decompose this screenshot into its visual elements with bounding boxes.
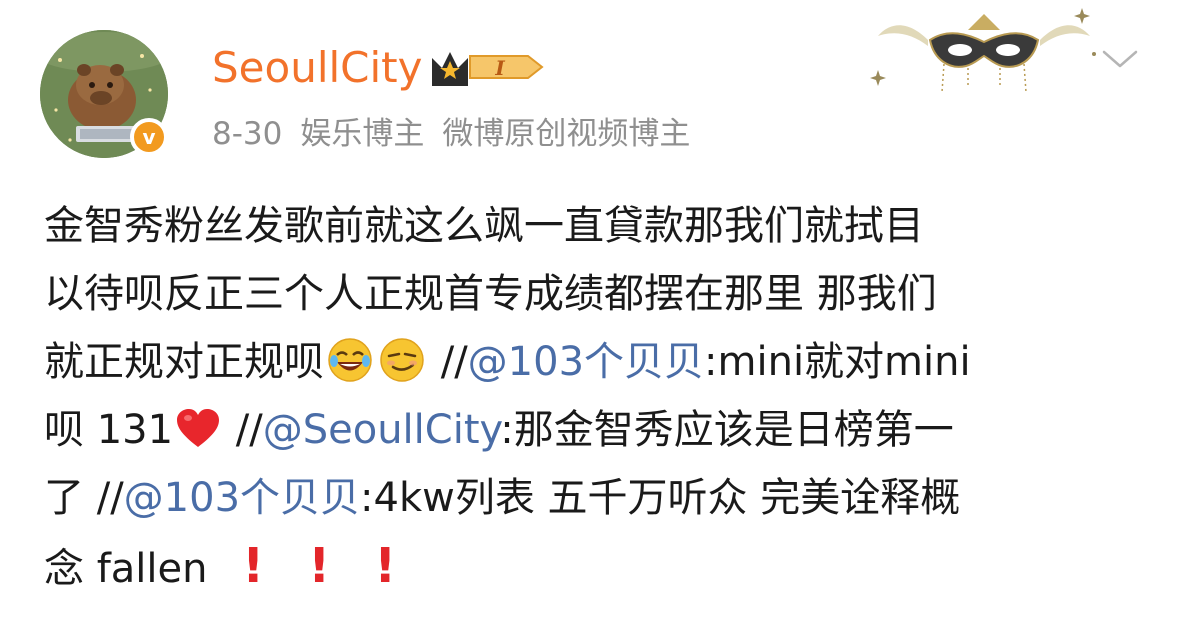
laughing-tears-emoji-icon <box>327 336 373 382</box>
verified-v-icon: v <box>130 118 168 156</box>
vip-crown-badge-icon[interactable]: I <box>428 44 546 90</box>
post-body: 金智秀粉丝发歌前就这么飒一直貸款那我们就拭目 以待呗反正三个人正规首专成绩都摆在… <box>44 192 1144 600</box>
mention-link-seoullcity[interactable]: @SeoullCity <box>263 407 501 453</box>
post-text: 呗 131 <box>44 407 174 453</box>
post-text: 就正规对正规呗 <box>44 339 324 385</box>
post-text: 了 // <box>44 475 124 521</box>
repost-separator: // <box>223 407 263 453</box>
verified-letter: v <box>142 125 156 149</box>
exclamation-emoji-3: ! <box>374 538 397 594</box>
post-line-2: 以待呗反正三个人正规首专成绩都摆在那里 那我们 <box>44 271 937 317</box>
repost-separator: // <box>428 339 468 385</box>
post-text: :4kw列表 五千万听众 完美诠释概 <box>360 475 961 521</box>
post-line-3: 就正规对正规呗 //@103个贝贝:mini就对mini <box>44 328 1144 396</box>
vip-level-text: I <box>494 56 505 80</box>
exclamation-emoji-1: ! <box>242 538 265 594</box>
chevron-down-icon[interactable] <box>1100 46 1140 72</box>
post-line-1: 金智秀粉丝发歌前就这么飒一直貸款那我们就拭目 <box>44 203 924 249</box>
post-line-4: 呗 131 //@SeoullCity:那金智秀应该是日榜第一 <box>44 396 1144 464</box>
post-line-6: 念 fallen !!! <box>44 532 1144 600</box>
username-link[interactable]: SeoullCity <box>212 42 422 94</box>
smug-smile-emoji-icon <box>379 336 425 382</box>
post-meta: 8-30 娱乐博主 微博原创视频博主 <box>212 112 690 156</box>
post-line-5: 了 //@103个贝贝:4kw列表 五千万听众 完美诠释概 <box>44 464 1144 532</box>
red-heart-emoji-icon <box>175 402 221 447</box>
user-tag-entertainment: 娱乐博主 <box>300 116 425 152</box>
post-text: 念 fallen <box>44 546 208 592</box>
post-date: 8-30 <box>212 116 283 152</box>
post-text: :那金智秀应该是日榜第一 <box>500 407 954 453</box>
masquerade-mask-decoration-icon <box>868 0 1100 100</box>
mention-link-103-beibei[interactable]: @103个贝贝 <box>124 475 360 521</box>
user-tag-video-creator: 微博原创视频博主 <box>442 116 691 152</box>
avatar[interactable]: v <box>40 30 168 158</box>
post-header: v SeoullCity I 8-30 娱乐博主 微博原创视频博主 <box>0 0 1179 180</box>
exclamation-emoji-2: ! <box>308 538 331 594</box>
post-text: :mini就对mini <box>704 339 971 385</box>
mention-link-103-beibei[interactable]: @103个贝贝 <box>468 339 704 385</box>
